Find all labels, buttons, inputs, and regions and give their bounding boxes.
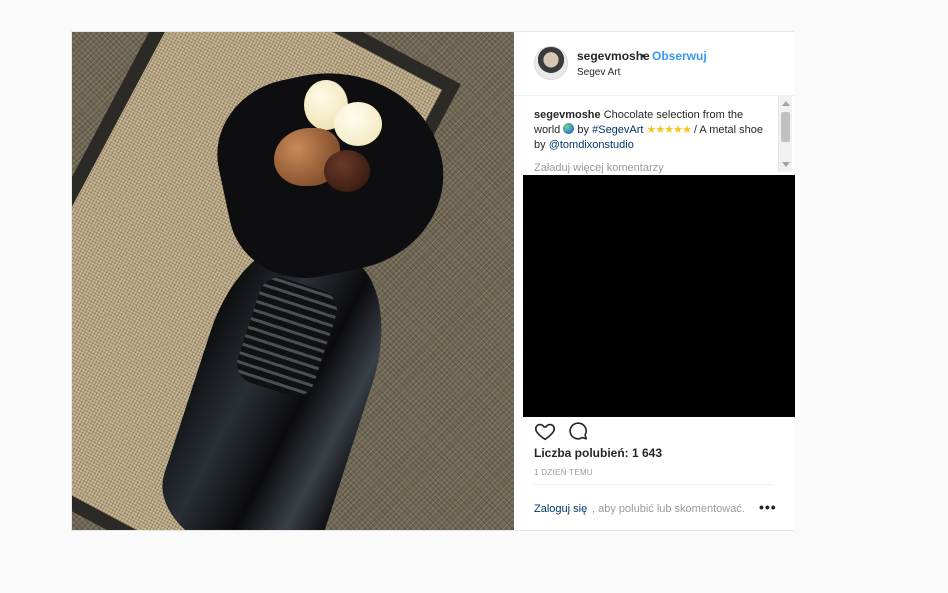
scroll-up-arrow-icon[interactable] xyxy=(782,101,790,106)
login-link[interactable]: Zaloguj się xyxy=(534,503,587,515)
post-header: segevmoshe • Obserwuj Segev Art xyxy=(514,32,794,96)
login-footer: Zaloguj się , aby polubić lub skomentowa… xyxy=(534,484,777,530)
caption-text: by xyxy=(577,124,590,136)
redacted-overlay xyxy=(523,175,795,417)
stars-emoji: ★★★★★ xyxy=(646,124,692,136)
comments-scrollbar[interactable] xyxy=(778,96,792,172)
mention-link[interactable]: @tomdixonstudio xyxy=(549,139,634,151)
instagram-post: segevmoshe • Obserwuj Segev Art segevmos… xyxy=(71,31,795,531)
hashtag-link[interactable]: #SegevArt xyxy=(592,124,643,136)
avatar[interactable] xyxy=(534,46,568,80)
globe-emoji-icon xyxy=(563,123,575,134)
side-panel: segevmoshe • Obserwuj Segev Art segevmos… xyxy=(514,32,795,530)
follow-button[interactable]: Obserwuj xyxy=(652,49,707,63)
scrollbar-thumb[interactable] xyxy=(781,112,790,142)
action-bar xyxy=(534,417,784,445)
login-prompt-text: , aby polubić lub skomentować. xyxy=(592,503,745,515)
comment-icon[interactable] xyxy=(567,420,589,442)
header-subtitle[interactable]: Segev Art xyxy=(577,67,620,78)
caption: segevmoshe Chocolate selection from the … xyxy=(534,108,764,153)
header-username[interactable]: segevmoshe xyxy=(577,49,650,63)
likes-count[interactable]: Liczba polubień: 1 643 xyxy=(534,446,662,460)
load-more-comments-link[interactable]: Załaduj więcej komentarzy xyxy=(534,162,664,174)
chocolate-graphic xyxy=(324,150,370,192)
post-photo[interactable] xyxy=(72,32,514,530)
header-separator: • xyxy=(641,49,646,63)
chocolate-graphic xyxy=(334,102,382,146)
scroll-down-arrow-icon[interactable] xyxy=(782,162,790,167)
post-timestamp[interactable]: 1 dzień temu xyxy=(534,468,593,477)
caption-username[interactable]: segevmoshe xyxy=(534,109,601,121)
more-options-icon[interactable]: ••• xyxy=(759,499,777,515)
heart-icon[interactable] xyxy=(534,420,556,442)
